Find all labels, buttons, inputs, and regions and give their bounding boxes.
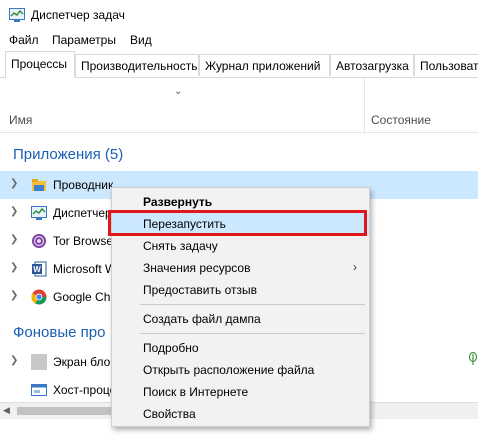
scroll-left-arrow-icon[interactable]: ◀ — [3, 405, 10, 416]
menu-item-properties[interactable]: Свойства — [112, 403, 369, 425]
window-title: Диспетчер задач — [31, 8, 125, 22]
group-title-apps: Приложения (5) — [13, 146, 124, 163]
menu-view[interactable]: Вид — [130, 33, 152, 47]
menu-options[interactable]: Параметры — [52, 33, 116, 47]
menu-item-label: Снять задачу — [143, 239, 218, 253]
menu-item-feedback[interactable]: Предоставить отзыв — [112, 279, 369, 301]
chevron-right-icon[interactable]: ❯ — [10, 290, 18, 301]
chevron-down-icon[interactable]: ⌄ — [174, 86, 182, 97]
column-state[interactable]: Состояние — [371, 113, 431, 127]
row-label: Диспетчер — [53, 206, 112, 220]
column-divider[interactable] — [364, 78, 365, 132]
chevron-right-icon[interactable]: ❯ — [10, 178, 18, 189]
column-header: ⌄ Имя Состояние — [0, 78, 478, 133]
title-bar: Диспетчер задач — [0, 0, 478, 30]
menu-item-label: Развернуть — [143, 195, 213, 209]
tor-icon — [32, 234, 46, 248]
menu-item-resource-values[interactable]: Значения ресурсов › — [112, 257, 369, 279]
highlight-outline — [108, 210, 367, 236]
task-manager-icon — [31, 206, 47, 220]
menu-bar: Файл Параметры Вид — [0, 30, 478, 50]
tab-strip: Процессы Производительность Журнал прило… — [0, 51, 478, 78]
menu-item-label: Свойства — [143, 407, 196, 421]
tab-processes[interactable]: Процессы — [5, 51, 75, 78]
lockscreen-icon — [31, 354, 47, 370]
menu-item-label: Создать файл дампа — [143, 312, 261, 326]
svg-text:W: W — [33, 265, 41, 274]
menu-item-label: Открыть расположение файла — [143, 363, 315, 377]
row-label: Хост-проце — [53, 383, 117, 397]
menu-item-details[interactable]: Подробно — [112, 337, 369, 359]
menu-separator — [140, 304, 365, 305]
column-name[interactable]: Имя — [9, 113, 32, 127]
tab-performance[interactable]: Производительность — [75, 54, 199, 76]
word-icon: W — [32, 261, 47, 277]
row-label: Tor Browse — [53, 234, 114, 248]
folder-icon — [32, 179, 46, 191]
menu-item-label: Подробно — [143, 341, 199, 355]
menu-item-label: Значения ресурсов — [143, 261, 251, 275]
leaf-icon — [468, 352, 478, 365]
chevron-right-icon[interactable]: ❯ — [10, 206, 18, 217]
row-label: Microsoft W — [53, 262, 117, 276]
tab-app-history[interactable]: Журнал приложений — [199, 54, 330, 76]
task-manager-icon — [9, 8, 25, 22]
tab-startup[interactable]: Автозагрузка — [330, 54, 414, 76]
menu-item-create-dump[interactable]: Создать файл дампа — [112, 308, 369, 330]
menu-item-open-location[interactable]: Открыть расположение файла — [112, 359, 369, 381]
group-title-background: Фоновые про — [13, 324, 106, 341]
row-label: Проводник — [53, 178, 114, 192]
chevron-right-icon[interactable]: ❯ — [10, 234, 18, 245]
menu-item-label: Предоставить отзыв — [143, 283, 257, 297]
menu-item-search-online[interactable]: Поиск в Интернете — [112, 381, 369, 403]
menu-file[interactable]: Файл — [9, 33, 39, 47]
menu-separator — [140, 333, 365, 334]
host-process-icon — [31, 384, 47, 396]
chevron-right-icon[interactable]: ❯ — [10, 262, 18, 273]
chevron-right-icon[interactable]: ❯ — [10, 355, 18, 366]
row-label: Google Ch — [53, 290, 111, 304]
chevron-right-icon: › — [353, 260, 357, 274]
chrome-icon — [31, 289, 47, 305]
menu-item-end-task[interactable]: Снять задачу — [112, 235, 369, 257]
tab-users[interactable]: Пользовате — [414, 54, 478, 76]
menu-item-label: Поиск в Интернете — [143, 385, 249, 399]
